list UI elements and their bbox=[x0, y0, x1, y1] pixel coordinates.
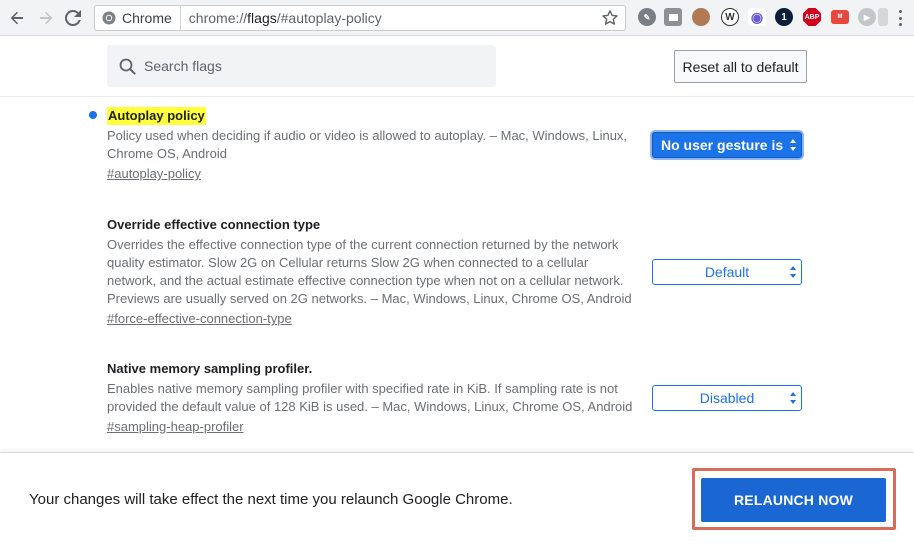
red-badge-extension-icon[interactable]: M bbox=[831, 10, 849, 24]
flag-anchor-link[interactable]: #sampling-heap-profiler bbox=[107, 418, 244, 436]
url-host: flags bbox=[247, 10, 277, 26]
bookmark-star-icon[interactable] bbox=[601, 9, 619, 27]
square-extension-icon[interactable] bbox=[664, 8, 682, 26]
url-scheme: chrome:// bbox=[188, 10, 248, 26]
back-arrow-icon bbox=[10, 11, 23, 25]
flag-override-effective-connection-type: Override effective connection type Overr… bbox=[107, 216, 637, 328]
w-extension-icon[interactable]: W bbox=[721, 8, 739, 26]
flag-title: Override effective connection type bbox=[107, 217, 321, 232]
flag-autoplay-policy: Autoplay policy Policy used when decidin… bbox=[107, 107, 637, 183]
flag-native-memory-sampling-profiler: Native memory sampling profiler. Enables… bbox=[107, 360, 637, 436]
select-value: Disabled bbox=[699, 390, 755, 406]
search-placeholder: Search flags bbox=[144, 58, 222, 74]
forward-arrow-icon bbox=[40, 11, 53, 25]
flag-description: Policy used when deciding if audio or vi… bbox=[107, 128, 628, 161]
relaunch-bar: Your changes will take effect the next t… bbox=[0, 452, 914, 546]
relaunch-now-button[interactable]: RELAUNCH NOW bbox=[701, 478, 886, 522]
flag-title: Autoplay policy bbox=[107, 107, 206, 125]
avatar-extension-icon[interactable] bbox=[692, 8, 710, 26]
reload-icon bbox=[65, 10, 81, 26]
pen-extension-icon[interactable]: ✎ bbox=[638, 8, 656, 26]
chrome-logo-icon bbox=[102, 11, 116, 25]
url-text[interactable]: chrome://flags/#autoplay-policy bbox=[189, 10, 382, 26]
target-extension-icon[interactable]: ◉ bbox=[748, 8, 766, 26]
flag-anchor-link[interactable]: #force-effective-connection-type bbox=[107, 310, 292, 328]
relaunch-message: Your changes will take effect the next t… bbox=[29, 491, 513, 508]
search-icon bbox=[119, 58, 136, 75]
forward-button[interactable] bbox=[35, 7, 57, 29]
reset-all-button[interactable]: Reset all to default bbox=[674, 50, 807, 83]
url-path: /#autoplay-policy bbox=[276, 10, 382, 26]
modified-indicator-dot bbox=[89, 111, 97, 119]
play-extension-icon[interactable]: ▶ bbox=[858, 8, 876, 26]
flag-description: Overrides the effective connection type … bbox=[107, 237, 632, 306]
site-info-chip[interactable]: Chrome bbox=[95, 6, 181, 30]
chevron-updown-icon bbox=[790, 392, 796, 404]
omnibox[interactable]: Chrome chrome://flags/#autoplay-policy bbox=[94, 5, 626, 31]
reload-button[interactable] bbox=[62, 7, 84, 29]
flag-select-autoplay-policy[interactable]: No user gesture is required bbox=[652, 132, 802, 158]
onepassword-extension-icon[interactable]: 1 bbox=[775, 8, 793, 26]
flag-select-connection-type[interactable]: Default bbox=[652, 259, 802, 285]
chevron-updown-icon bbox=[790, 266, 796, 278]
select-value: No user gesture is required bbox=[661, 137, 787, 153]
gray-square-extension-icon[interactable] bbox=[878, 8, 888, 26]
flag-description: Enables native memory sampling profiler … bbox=[107, 381, 633, 414]
site-chip-label: Chrome bbox=[122, 10, 172, 26]
abp-extension-icon[interactable]: ABP bbox=[803, 8, 821, 26]
chevron-updown-icon bbox=[790, 139, 796, 151]
flag-anchor-link[interactable]: #autoplay-policy bbox=[107, 165, 201, 183]
flag-title: Native memory sampling profiler. bbox=[107, 361, 313, 376]
select-value: Default bbox=[704, 264, 750, 280]
browser-toolbar: Chrome chrome://flags/#autoplay-policy ✎… bbox=[0, 0, 914, 36]
back-button[interactable] bbox=[6, 7, 28, 29]
flags-header: Search flags Reset all to default bbox=[0, 37, 914, 97]
search-input[interactable]: Search flags bbox=[107, 45, 496, 87]
flag-select-sampling-profiler[interactable]: Disabled bbox=[652, 385, 802, 411]
menu-icon[interactable] bbox=[892, 9, 908, 27]
